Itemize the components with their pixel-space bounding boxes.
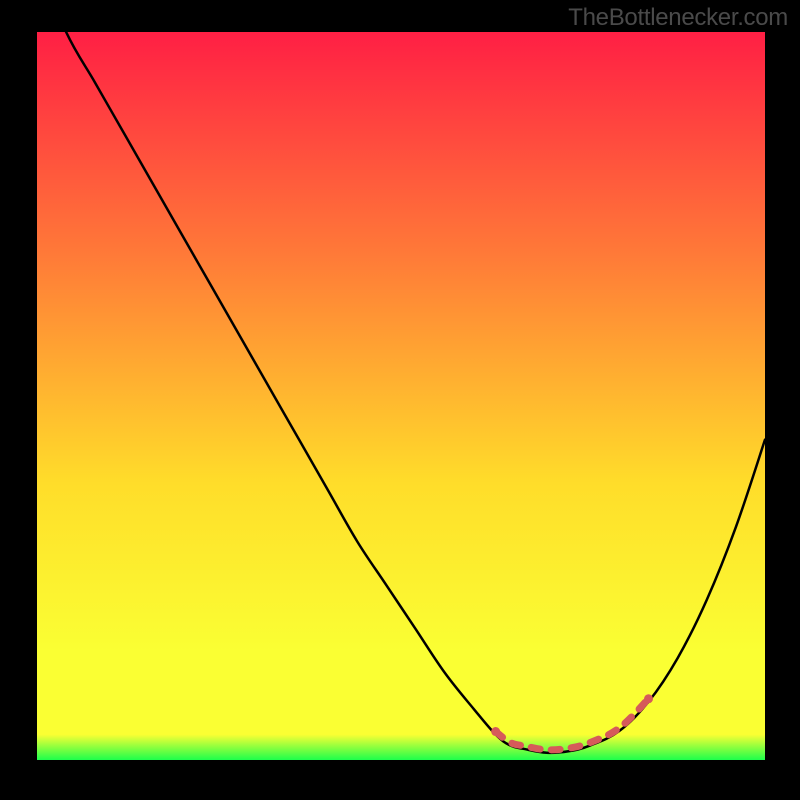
highlight-end-dot: [644, 694, 653, 703]
watermark-text: TheBottlenecker.com: [568, 4, 788, 32]
highlight-start-dot: [491, 727, 500, 736]
chart-container: TheBottlenecker.com: [0, 0, 800, 800]
chart-svg: [37, 32, 765, 760]
bottleneck-plot: [37, 32, 765, 760]
